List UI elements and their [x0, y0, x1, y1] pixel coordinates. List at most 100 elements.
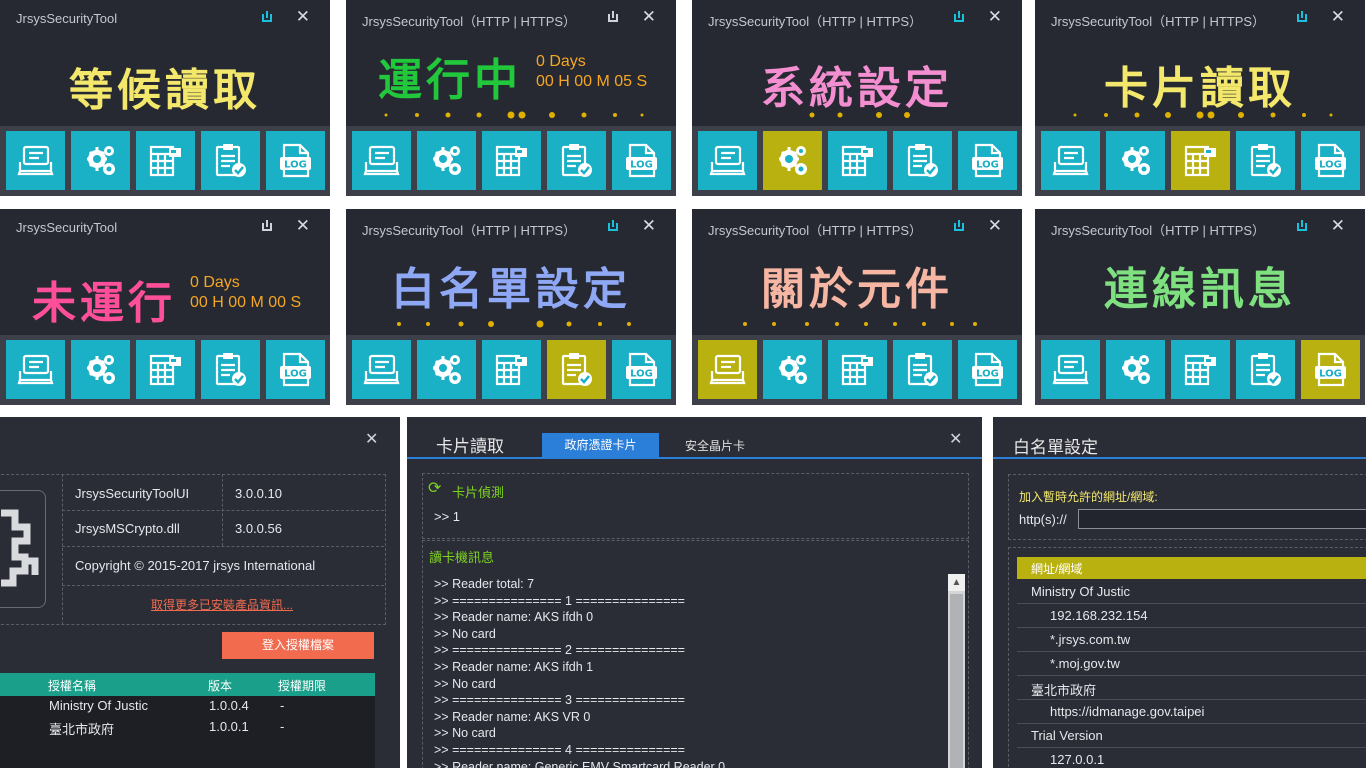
toolbar-button[interactable]	[1171, 340, 1230, 399]
reader-info-label: 讀卡機訊息	[429, 550, 495, 565]
table-cell[interactable]: 臺北市政府	[49, 719, 114, 738]
log-label: LOG	[630, 369, 653, 380]
toolbar-button[interactable]	[136, 340, 195, 399]
whitelist-group[interactable]: 臺北市政府	[1017, 677, 1366, 700]
whitelist-entry[interactable]: https://idmanage.gov.taipei	[1017, 701, 1366, 724]
clipboard-check-icon	[1250, 144, 1281, 177]
log-label: LOG	[284, 160, 307, 171]
toolbar-button[interactable]	[547, 340, 606, 399]
toolbar-button[interactable]	[136, 131, 195, 190]
close-icon[interactable]: ✕	[988, 7, 1002, 27]
close-icon[interactable]: ✕	[365, 429, 378, 449]
whitelist-group[interactable]: Ministry Of Justic	[1017, 581, 1366, 604]
close-icon[interactable]: ✕	[642, 7, 656, 27]
pin-icon[interactable]	[953, 11, 965, 23]
toolbar-button[interactable]	[828, 340, 887, 399]
clipboard-check-icon	[907, 353, 938, 386]
window-title: JrsysSecurityTool（HTTP | HTTPS）	[708, 223, 923, 238]
whitelist-entry[interactable]: *.moj.gov.tw	[1017, 653, 1366, 676]
toolbar-button[interactable]	[893, 340, 952, 399]
toolbar-button[interactable]	[1236, 340, 1295, 399]
toolbar-button[interactable]	[417, 131, 476, 190]
toolbar: LOG	[346, 335, 676, 405]
close-icon[interactable]: ✕	[1331, 216, 1345, 236]
toolbar-button[interactable]	[71, 340, 130, 399]
window-title: JrsysSecurityTool（HTTP | HTTPS）	[708, 14, 923, 29]
add-url-label: 加入暫時允許的網址/網域:	[1019, 490, 1158, 504]
toolbar-button[interactable]: LOG	[958, 340, 1017, 399]
scroll-thumb[interactable]	[950, 594, 963, 768]
close-icon[interactable]: ✕	[1331, 7, 1345, 27]
progress-dot	[518, 111, 526, 119]
close-icon[interactable]: ✕	[296, 216, 310, 236]
pin-icon[interactable]	[261, 11, 273, 23]
toolbar-button[interactable]	[763, 131, 822, 190]
toolbar-button[interactable]	[1106, 340, 1165, 399]
toolbar-button[interactable]	[763, 340, 822, 399]
toolbar-button[interactable]	[201, 340, 260, 399]
status-panel: JrsysSecurityTool（HTTP | HTTPS） ✕ 白名單設定 LOG	[346, 209, 676, 405]
log-file-icon: LOG	[1315, 352, 1346, 387]
toolbar-button[interactable]	[6, 340, 65, 399]
table-cell[interactable]: Ministry Of Justic	[49, 698, 148, 713]
progress-dot	[581, 112, 587, 118]
scroll-up-icon[interactable]: ▲	[948, 574, 965, 591]
gears-icon	[1122, 355, 1150, 384]
progress-dot	[743, 322, 747, 326]
pin-icon[interactable]	[953, 220, 965, 232]
more-products-link[interactable]: 取得更多已安裝產品資訊...	[151, 596, 293, 613]
tab-gov-card[interactable]: 政府憑證卡片	[542, 433, 659, 457]
clipboard-check-icon	[1250, 353, 1281, 386]
toolbar-button[interactable]: LOG	[266, 340, 325, 399]
toolbar-button[interactable]	[71, 131, 130, 190]
url-input[interactable]	[1078, 509, 1366, 529]
clipboard-check-icon	[561, 353, 592, 386]
toolbar-button[interactable]: LOG	[612, 340, 671, 399]
toolbar-button[interactable]	[698, 340, 757, 399]
whitelist-entry[interactable]: 127.0.0.1	[1017, 749, 1366, 768]
toolbar-button[interactable]	[1041, 340, 1100, 399]
toolbar-button[interactable]: LOG	[1301, 131, 1360, 190]
product-version: 3.0.0.56	[235, 521, 282, 536]
whitelist-entry[interactable]: 192.168.232.154	[1017, 605, 1366, 628]
close-icon[interactable]: ✕	[642, 216, 656, 236]
whitelist-entry[interactable]: *.jrsys.com.tw	[1017, 629, 1366, 652]
tab-secure-chip[interactable]: 安全晶片卡	[685, 437, 745, 454]
toolbar-button[interactable]: LOG	[958, 131, 1017, 190]
log-scrollbar[interactable]: ▲	[948, 574, 965, 768]
toolbar-button[interactable]	[1106, 131, 1165, 190]
log-label: LOG	[1319, 369, 1342, 380]
refresh-icon[interactable]: ⟳	[428, 478, 441, 498]
progress-dot	[426, 322, 430, 326]
close-icon[interactable]: ✕	[296, 7, 310, 27]
pin-icon[interactable]	[607, 11, 619, 23]
card-read-dialog: 卡片讀取 政府憑證卡片 安全晶片卡 ✕ ⟳ 卡片偵測 >> 1 讀卡機訊息 >>…	[407, 417, 982, 768]
toolbar-button[interactable]	[352, 340, 411, 399]
toolbar-button[interactable]: LOG	[266, 131, 325, 190]
close-icon[interactable]: ✕	[988, 216, 1002, 236]
pin-icon[interactable]	[261, 220, 273, 232]
progress-dot	[1196, 111, 1204, 119]
toolbar-button[interactable]: LOG	[612, 131, 671, 190]
toolbar-button[interactable]	[1041, 131, 1100, 190]
pin-icon[interactable]	[607, 220, 619, 232]
toolbar-button[interactable]	[6, 131, 65, 190]
toolbar-button[interactable]	[417, 340, 476, 399]
toolbar-button[interactable]	[482, 340, 541, 399]
toolbar-button[interactable]	[547, 131, 606, 190]
toolbar-button[interactable]	[698, 131, 757, 190]
close-icon[interactable]: ✕	[949, 429, 962, 449]
whitelist-group[interactable]: Trial Version	[1017, 725, 1366, 748]
toolbar-button[interactable]	[482, 131, 541, 190]
login-license-button[interactable]: 登入授權檔案	[222, 632, 374, 659]
toolbar-button[interactable]	[893, 131, 952, 190]
toolbar-button[interactable]	[201, 131, 260, 190]
toolbar-button[interactable]	[828, 131, 887, 190]
toolbar-button[interactable]: LOG	[1301, 340, 1360, 399]
pin-icon[interactable]	[1296, 220, 1308, 232]
toolbar-button[interactable]	[1171, 131, 1230, 190]
toolbar-button[interactable]	[1236, 131, 1295, 190]
toolbar-button[interactable]	[352, 131, 411, 190]
pin-icon[interactable]	[1296, 11, 1308, 23]
progress-dot	[1302, 113, 1306, 117]
